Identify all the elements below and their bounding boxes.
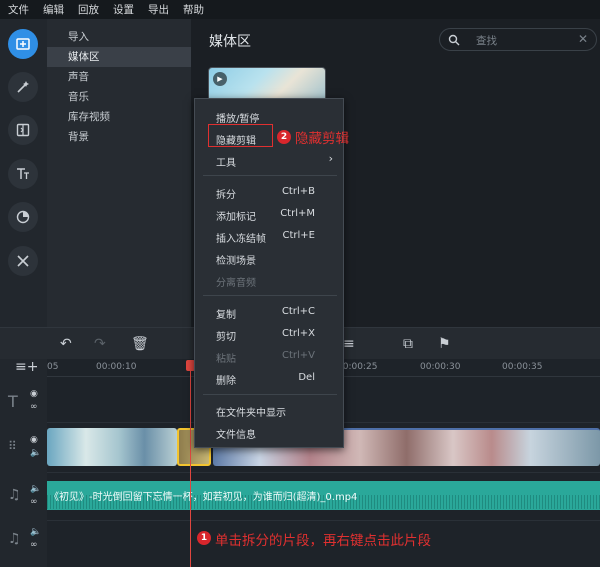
menu-item-freeze-frame[interactable]: 插入冻结帧 bbox=[216, 230, 266, 245]
ruler-tick: 00:00:10 bbox=[96, 362, 137, 372]
eye-icon[interactable]: ◉ bbox=[30, 435, 38, 445]
menu-item-cut[interactable]: 剪切 bbox=[216, 328, 236, 343]
shortcut-split: Ctrl+B bbox=[281, 186, 315, 197]
annotation-step-badge: 1 bbox=[197, 531, 211, 545]
shortcut-freeze-frame: Ctrl+E bbox=[282, 230, 316, 241]
clip-context-menu: 播放/暂停 隐藏剪辑 工具 › 拆分 Ctrl+B 添加标记 Ctrl+M 插入… bbox=[194, 98, 344, 448]
titles-button[interactable] bbox=[8, 159, 38, 189]
menu-item-delete[interactable]: 删除 bbox=[216, 372, 236, 387]
media-nav-panel: 导入 媒体区 声音 音乐 库存视频 背景 bbox=[47, 19, 191, 327]
menu-separator bbox=[203, 394, 337, 395]
tools-icon bbox=[17, 255, 29, 267]
shortcut-cut: Ctrl+X bbox=[281, 328, 315, 339]
menu-separator bbox=[203, 295, 337, 296]
nav-item-stock-video[interactable]: 库存视频 bbox=[47, 107, 191, 127]
music-track-icon: ♫ bbox=[8, 487, 21, 503]
menu-item-copy[interactable]: 复制 bbox=[216, 306, 236, 321]
menu-item-detach-audio: 分离音频 bbox=[216, 278, 256, 289]
menu-item-tools[interactable]: 工具 bbox=[216, 154, 236, 169]
music-track-icon: ♫ bbox=[8, 531, 21, 547]
shortcut-add-marker: Ctrl+M bbox=[280, 208, 315, 219]
ruler-tick: 05 bbox=[47, 362, 59, 372]
nav-item-sounds[interactable]: 声音 bbox=[47, 67, 191, 87]
menu-playback[interactable]: 回放 bbox=[78, 2, 99, 17]
volume-icon[interactable]: 🔈 bbox=[30, 448, 41, 458]
menu-item-paste: 粘贴 bbox=[216, 354, 236, 365]
transitions-button[interactable] bbox=[8, 115, 38, 145]
effects-button[interactable] bbox=[8, 72, 38, 102]
stickers-icon bbox=[16, 210, 30, 224]
delete-icon[interactable]: 🗑 bbox=[131, 336, 149, 352]
menu-help[interactable]: 帮助 bbox=[183, 2, 204, 17]
search-icon bbox=[448, 34, 460, 46]
redo-icon[interactable]: ↷ bbox=[94, 336, 106, 352]
menu-edit[interactable]: 编辑 bbox=[43, 2, 64, 17]
shortcut-delete: Del bbox=[298, 372, 315, 383]
media-import-button[interactable] bbox=[8, 29, 38, 59]
video-editor-window: 文件 编辑 回放 设置 导出 帮助 导入 媒体区 声音 音乐 库存视频 背景 媒… bbox=[0, 0, 600, 567]
menu-item-play-pause[interactable]: 播放/暂停 bbox=[216, 110, 259, 125]
flag-icon[interactable]: ⚑ bbox=[438, 336, 451, 352]
annotation-step-text: 单击拆分的片段，再右键点击此片段 bbox=[215, 533, 431, 549]
menu-item-split[interactable]: 拆分 bbox=[216, 186, 236, 201]
track-headers: ≡+ T ◉ ∞ ⠿ ◉ 🔈 ♫ 🔈 ∞ ♫ 🔈 ∞ bbox=[0, 359, 47, 567]
audio-clip-label: 《初见》-时光倒回留下忘情一杯，如若初见，为谁而归(超清)_0.mp4 bbox=[49, 492, 358, 503]
menu-item-show-in-folder[interactable]: 在文件夹中显示 bbox=[216, 404, 286, 419]
menu-item-file-info[interactable]: 文件信息 bbox=[216, 426, 256, 441]
volume-icon[interactable]: 🔈 bbox=[30, 527, 41, 537]
audio-clip[interactable]: 《初见》-时光倒回留下忘情一杯，如若初见，为谁而归(超清)_0.mp4 bbox=[47, 481, 600, 510]
menu-item-add-marker[interactable]: 添加标记 bbox=[216, 208, 256, 223]
menu-settings[interactable]: 设置 bbox=[113, 2, 134, 17]
menu-bar: 文件 编辑 回放 设置 导出 帮助 bbox=[0, 0, 600, 19]
search-placeholder: 查找 bbox=[476, 35, 497, 47]
transitions-icon bbox=[16, 123, 30, 137]
video-track-icon: ⠿ bbox=[8, 439, 17, 453]
undo-icon[interactable]: ↶ bbox=[60, 336, 72, 352]
video-clip[interactable] bbox=[47, 428, 177, 466]
effects-wand-icon bbox=[17, 81, 29, 93]
ruler-tick: 00:00:30 bbox=[420, 362, 461, 372]
link-icon[interactable]: ∞ bbox=[30, 402, 38, 412]
nav-item-media-bin[interactable]: 媒体区 bbox=[47, 47, 191, 67]
search-input[interactable]: 查找 ✕ bbox=[439, 28, 597, 51]
link-icon[interactable]: ∞ bbox=[30, 540, 38, 550]
text-track-icon: T bbox=[8, 392, 18, 411]
nav-item-music[interactable]: 音乐 bbox=[47, 87, 191, 107]
chevron-right-icon: › bbox=[328, 152, 333, 165]
ruler-tick: 00:00:35 bbox=[502, 362, 543, 372]
menu-file[interactable]: 文件 bbox=[8, 2, 29, 17]
menu-export[interactable]: 导出 bbox=[148, 2, 169, 17]
annotation-highlight-box bbox=[208, 124, 273, 147]
menu-separator bbox=[203, 175, 337, 176]
volume-icon[interactable]: 🔈 bbox=[30, 484, 41, 494]
link-icon[interactable]: ∞ bbox=[30, 497, 38, 507]
play-icon: ▶ bbox=[213, 72, 227, 86]
eye-icon[interactable]: ◉ bbox=[30, 389, 38, 399]
titles-icon bbox=[17, 168, 29, 179]
menu-item-detect-scenes[interactable]: 检测场景 bbox=[216, 252, 256, 267]
tools-button[interactable] bbox=[8, 246, 38, 276]
playhead[interactable] bbox=[190, 360, 191, 567]
nav-item-backgrounds[interactable]: 背景 bbox=[47, 127, 191, 147]
add-track-icon[interactable]: ≡+ bbox=[15, 359, 38, 375]
media-import-icon bbox=[16, 38, 30, 50]
shortcut-copy: Ctrl+C bbox=[281, 306, 315, 317]
stickers-button[interactable] bbox=[8, 202, 38, 232]
clear-search-icon[interactable]: ✕ bbox=[578, 32, 588, 46]
tool-rail bbox=[0, 19, 47, 327]
shortcut-paste: Ctrl+V bbox=[281, 350, 315, 361]
annotation-step-text: 隐藏剪辑 bbox=[295, 131, 349, 147]
annotation-step-badge: 2 bbox=[277, 130, 291, 144]
media-bin-title: 媒体区 bbox=[209, 34, 251, 50]
nav-item-import[interactable]: 导入 bbox=[47, 27, 191, 47]
marker-icon[interactable]: ⧉ bbox=[403, 336, 413, 352]
more-icon[interactable]: ≡ bbox=[343, 336, 355, 352]
